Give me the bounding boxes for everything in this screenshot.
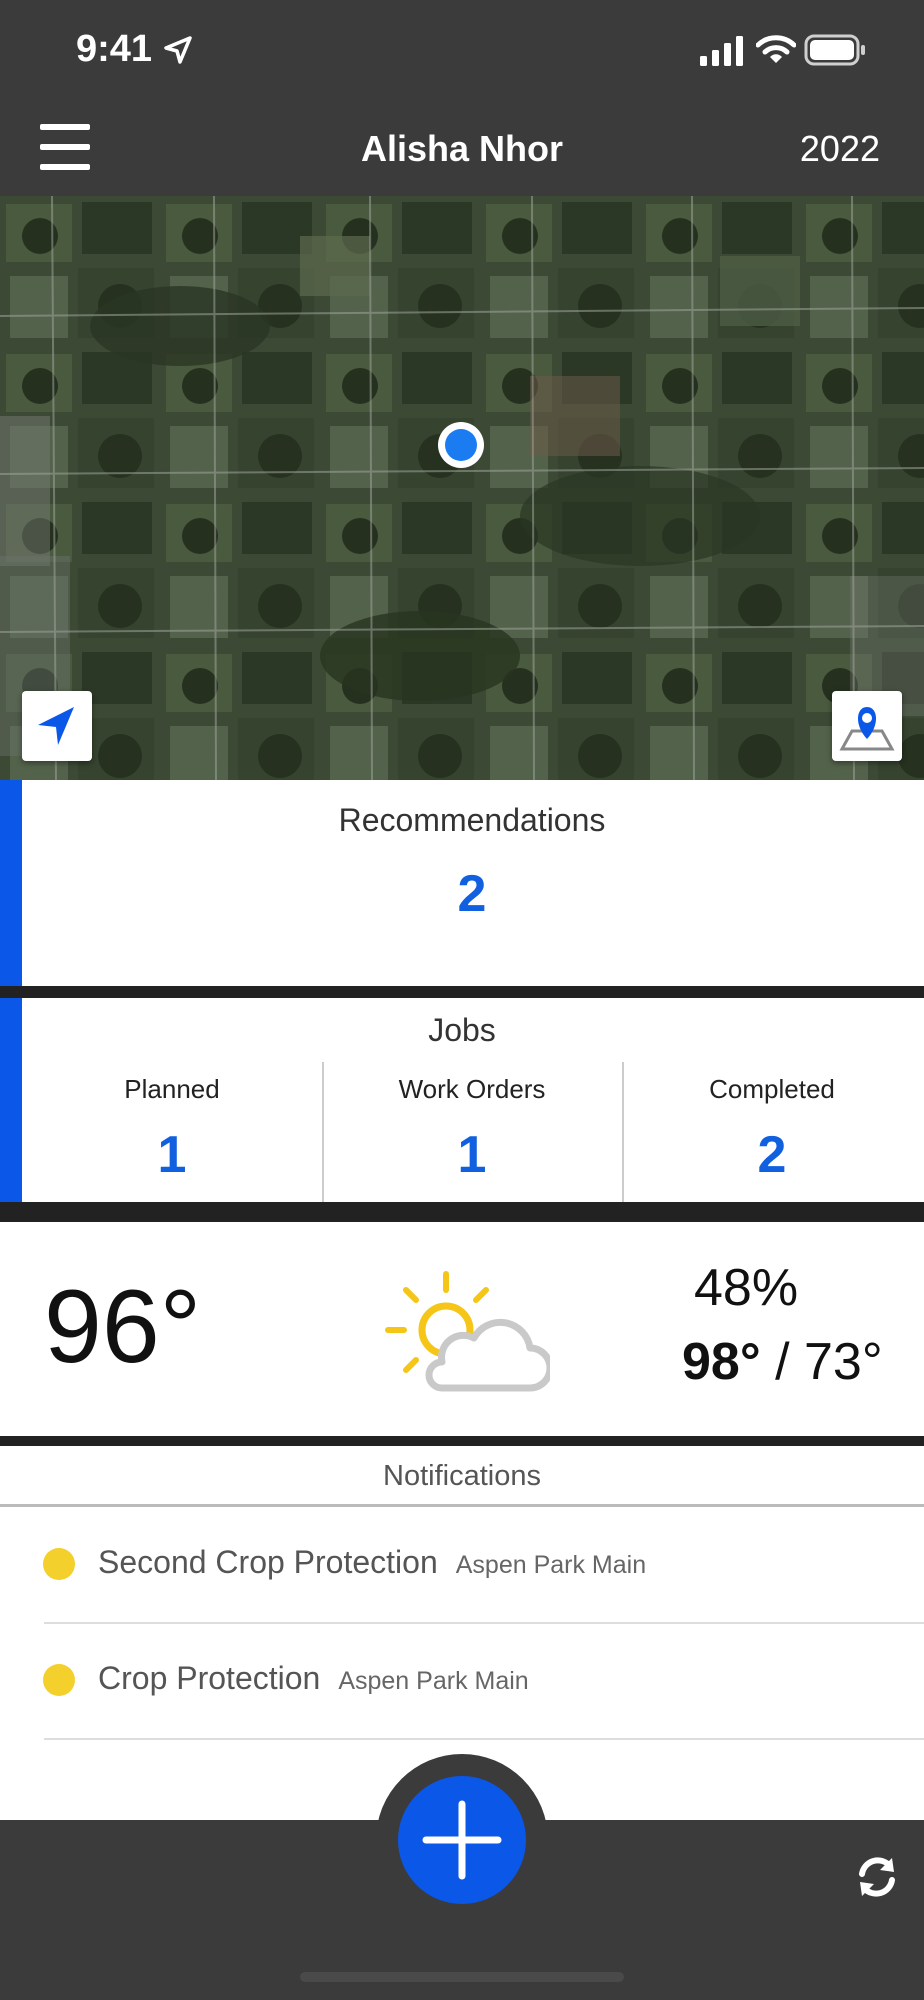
jobs-label: Jobs: [428, 1012, 496, 1048]
notification-title: Crop Protection: [98, 1660, 321, 1696]
signal-icon: [700, 36, 743, 66]
status-dot: [43, 1664, 75, 1696]
section-divider: [0, 1202, 924, 1222]
home-indicator: [300, 1972, 624, 1982]
jobs-work-orders-label: Work Orders: [398, 1074, 546, 1104]
battery-icon: [804, 34, 865, 66]
high-low-separator: /: [760, 1333, 804, 1391]
jobs-completed[interactable]: Completed 2: [622, 1060, 922, 1202]
current-location-marker: [438, 422, 484, 468]
status-dot: [43, 1548, 75, 1580]
status-time: 9:41: [76, 28, 153, 70]
high-low-temperature: 98° / 73°: [682, 1332, 883, 1392]
low-temperature: 73°: [803, 1333, 883, 1391]
notifications-header-line: [0, 1504, 924, 1507]
notifications-title: Notifications: [383, 1460, 541, 1492]
sync-icon[interactable]: [852, 1852, 902, 1902]
jobs-work-orders[interactable]: Work Orders 1: [322, 1060, 622, 1202]
notification-title: Second Crop Protection: [98, 1544, 438, 1580]
jobs-completed-label: Completed: [709, 1074, 835, 1104]
wifi-icon: [756, 35, 796, 63]
plus-icon: [422, 1800, 502, 1880]
high-temperature: 98°: [682, 1333, 761, 1391]
jobs-planned-count: 1: [157, 1126, 187, 1184]
jobs-work-orders-count: 1: [457, 1126, 487, 1184]
satellite-map[interactable]: [0, 196, 924, 780]
notification-item[interactable]: Second Crop Protection Aspen Park Main: [0, 1508, 924, 1624]
jobs-completed-count: 2: [757, 1126, 787, 1184]
humidity: 48%: [694, 1259, 799, 1317]
location-arrow-icon: [164, 36, 192, 64]
user-name-title: Alisha Nhor: [360, 128, 564, 169]
notification-location: Aspen Park Main: [455, 1551, 647, 1579]
jobs-planned-label: Planned: [124, 1074, 220, 1104]
section-divider: [0, 986, 924, 998]
section-divider: [0, 1436, 924, 1446]
add-button[interactable]: [398, 1776, 526, 1904]
recenter-location-button[interactable]: [22, 691, 92, 761]
notification-item[interactable]: Crop Protection Aspen Park Main: [0, 1624, 924, 1740]
recommendations-count: 2: [457, 865, 487, 923]
notification-location: Aspen Park Main: [338, 1667, 529, 1695]
season-year[interactable]: 2022: [800, 128, 880, 170]
current-temperature: 96°: [44, 1269, 202, 1385]
map-pin-button[interactable]: [832, 691, 902, 761]
partly-cloudy-icon: [385, 1271, 550, 1392]
row-divider: [44, 1738, 924, 1740]
jobs-planned[interactable]: Planned 1: [22, 1060, 322, 1202]
navigation-arrow-icon: [38, 707, 74, 745]
map-pin-icon: [839, 707, 895, 751]
recommendations-label: Recommendations: [338, 802, 606, 838]
